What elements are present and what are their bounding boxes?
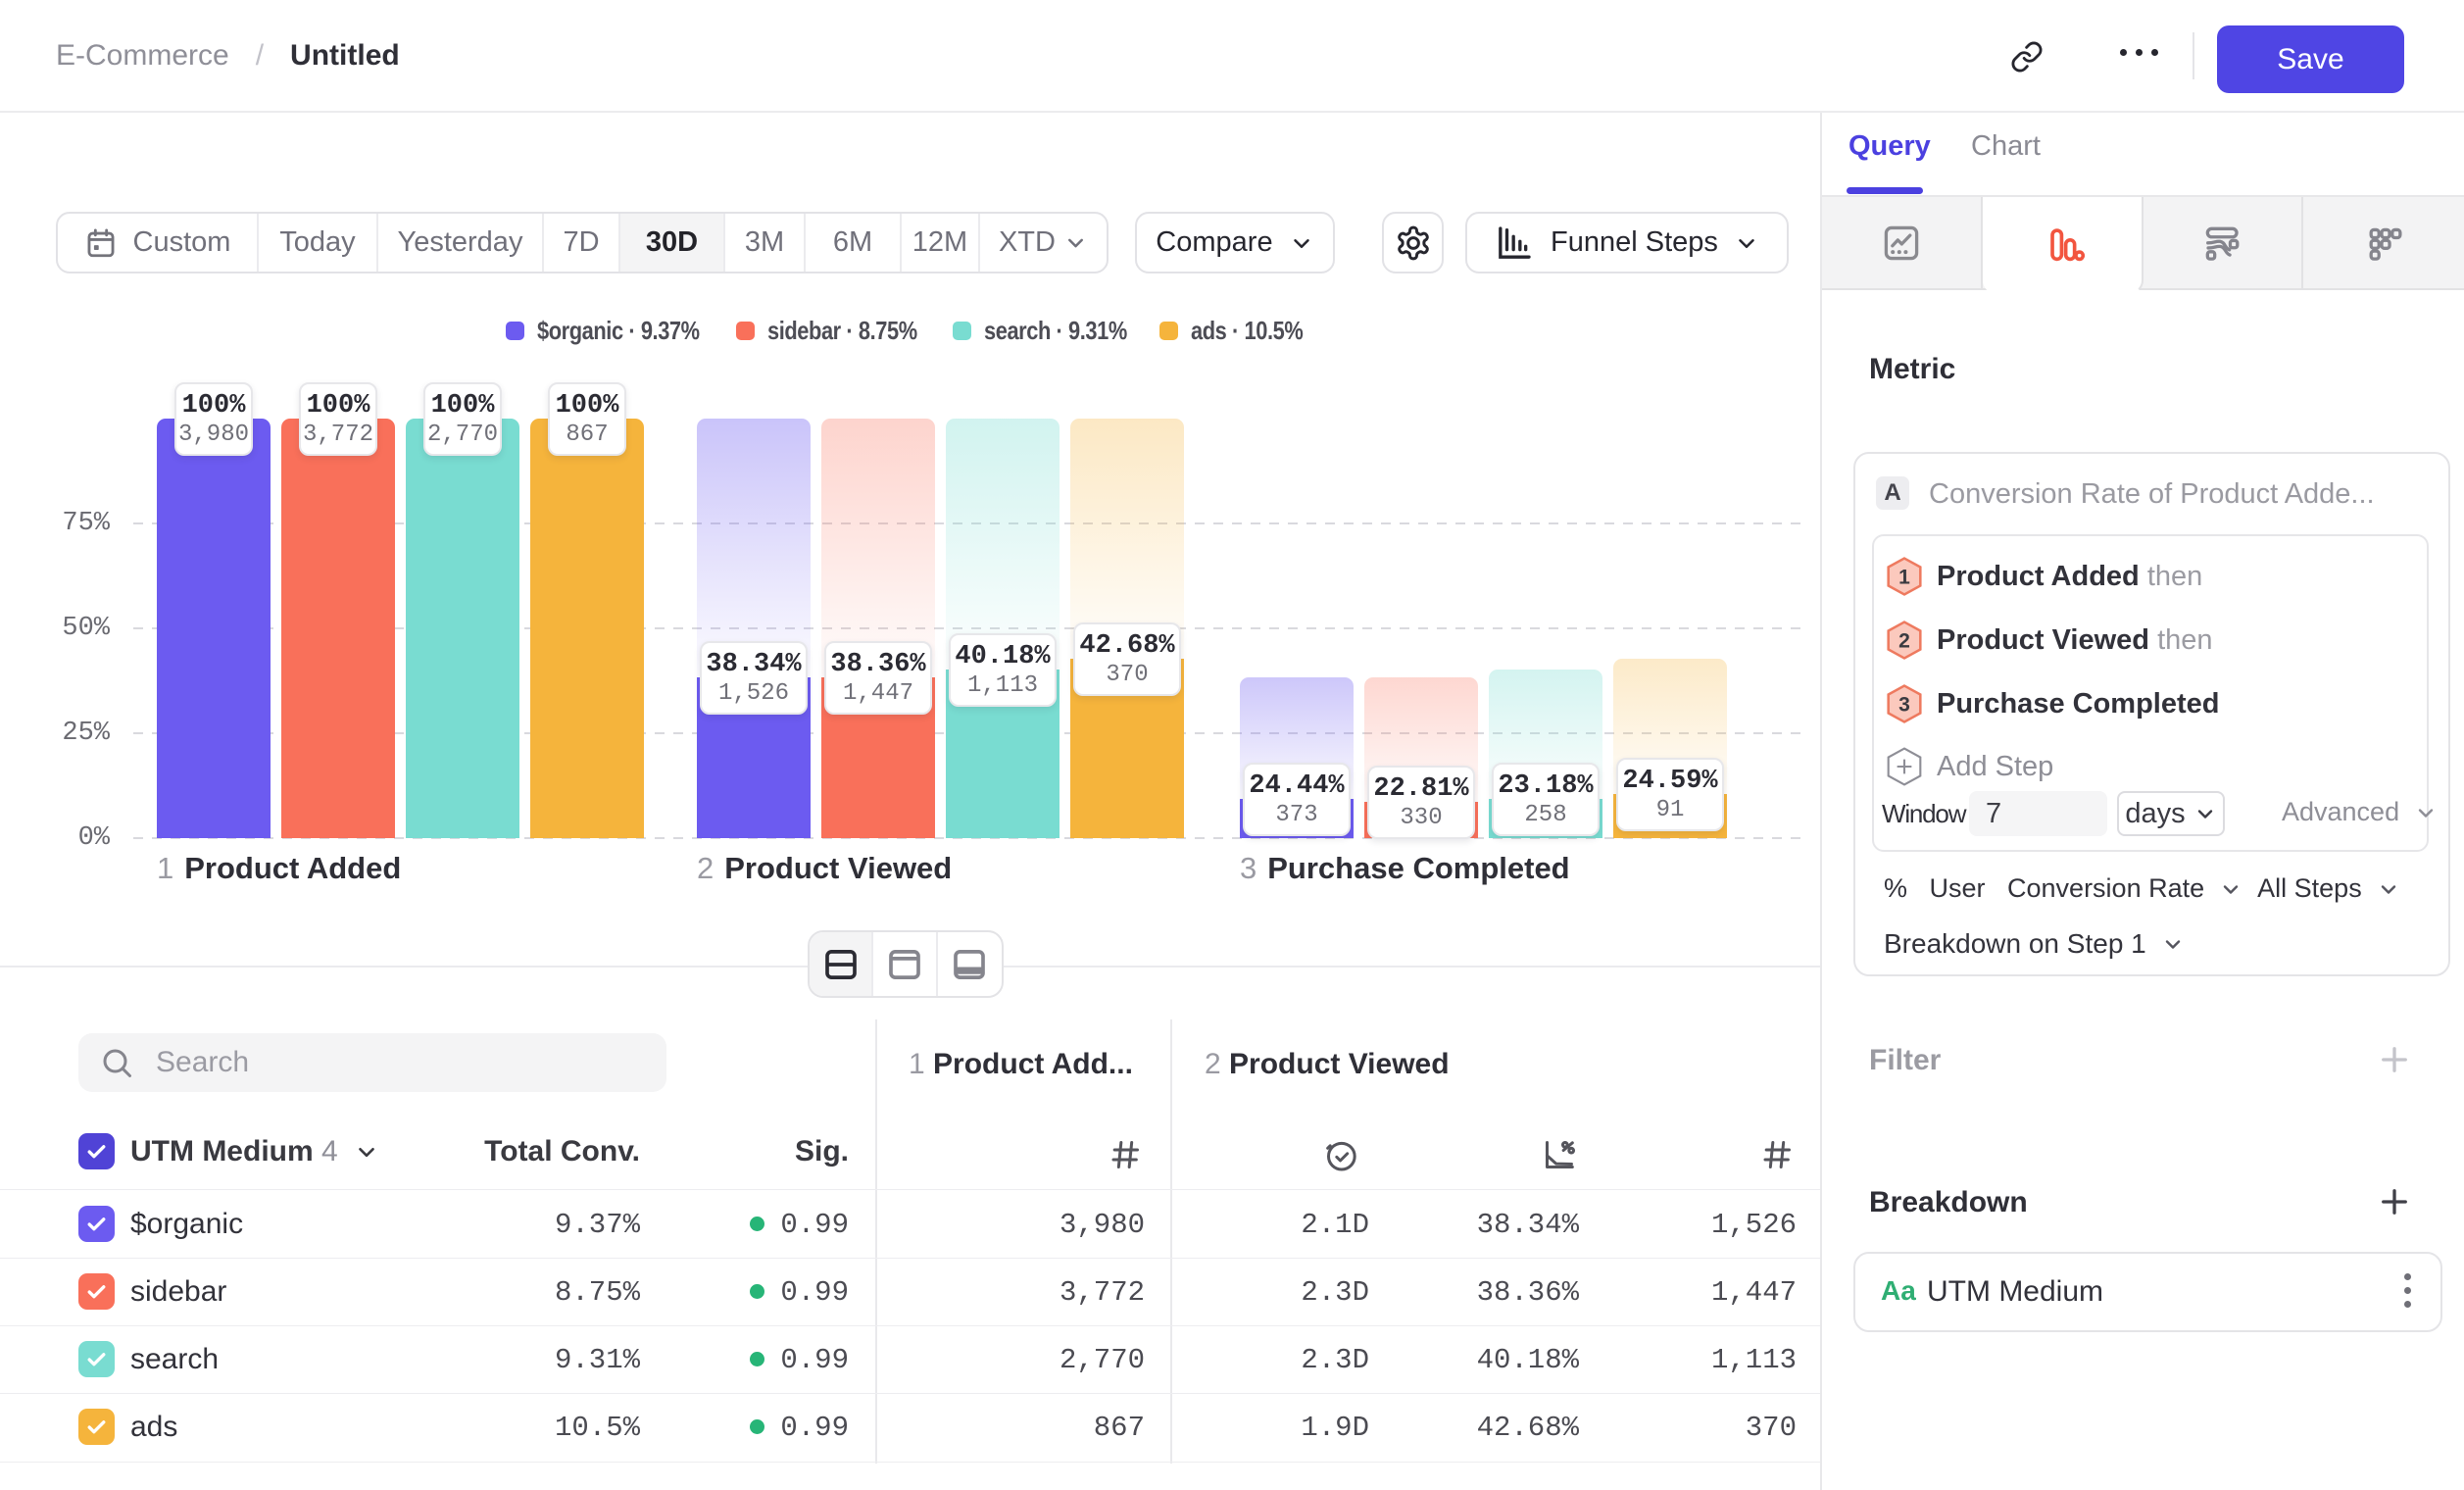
svg-text:3: 3	[1898, 693, 1910, 716]
svg-text:1: 1	[1898, 566, 1910, 588]
svg-text:2: 2	[1898, 629, 1910, 652]
